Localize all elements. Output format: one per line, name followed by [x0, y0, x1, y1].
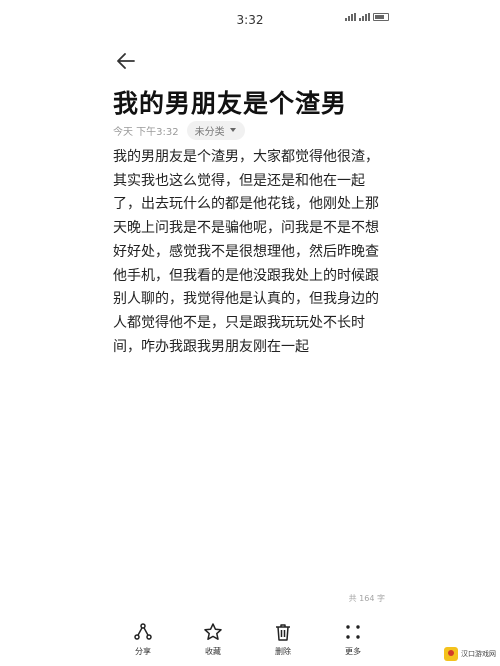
caret-down-icon — [229, 128, 236, 132]
category-label: 未分类 — [194, 126, 225, 138]
note-meta: 今天 下午3:32 未分类 — [113, 120, 245, 140]
favorite-button[interactable]: 收藏 — [183, 622, 243, 662]
share-icon — [134, 623, 152, 640]
body-line: 人都觉得他不是，只是跟我玩玩处不长时 — [113, 314, 365, 331]
status-indicators — [345, 13, 389, 21]
body-line: 其实我也这么觉得，但是还是和他在一起 — [113, 172, 365, 189]
body-line: 间，咋办我跟我男朋友刚在一起 — [113, 338, 309, 355]
note-title: 我的男朋友是个渣男 — [113, 89, 348, 118]
watermark: 汉口游戏网 — [444, 646, 496, 662]
body-line: 了，出去玩什么的都是他花钱，他刚处上那 — [113, 196, 379, 213]
more-button[interactable]: 更多 — [323, 622, 383, 662]
favorite-label: 收藏 — [205, 647, 221, 656]
status-bar: 3:32 — [0, 0, 500, 44]
more-icon — [346, 625, 360, 639]
note-date: 今天 下午3:32 — [113, 126, 179, 138]
watermark-text: 汉口游戏网 — [461, 650, 496, 658]
category-dropdown[interactable]: 未分类 — [186, 120, 245, 140]
battery-icon — [373, 13, 389, 21]
trash-icon — [276, 624, 290, 641]
body-line: 他手机，但我看的是他没跟我处上的时候跟 — [113, 267, 379, 284]
delete-button[interactable]: 删除 — [253, 622, 313, 662]
note-body[interactable]: 我的男朋友是个渣男，大家都觉得他很渣， 其实我也这么觉得，但是还是和他在一起 了… — [113, 146, 391, 359]
share-button[interactable]: 分享 — [113, 622, 173, 662]
star-icon — [204, 623, 222, 640]
status-time: 3:32 — [236, 13, 264, 27]
back-button[interactable] — [113, 48, 139, 74]
body-line: 别人聊的，我觉得他是认真的，但我身边的 — [113, 291, 379, 308]
signal-icon — [359, 13, 370, 21]
word-count: 共 164 字 — [348, 594, 385, 603]
body-line: 我的男朋友是个渣男，大家都觉得他很渣， — [113, 149, 379, 165]
delete-label: 删除 — [275, 647, 291, 656]
body-line: 天晚上问我是不是骗他呢，问我是不是不想 — [113, 220, 379, 237]
signal-icon — [345, 13, 356, 21]
back-arrow-icon — [117, 53, 135, 69]
more-label: 更多 — [345, 647, 361, 656]
bottom-toolbar: 分享 收藏 删除 更多 — [113, 622, 383, 662]
share-label: 分享 — [135, 647, 151, 656]
body-line: 好好处，感觉我不是很想理他，然后昨晚查 — [113, 243, 379, 260]
watermark-logo-icon — [444, 647, 458, 661]
